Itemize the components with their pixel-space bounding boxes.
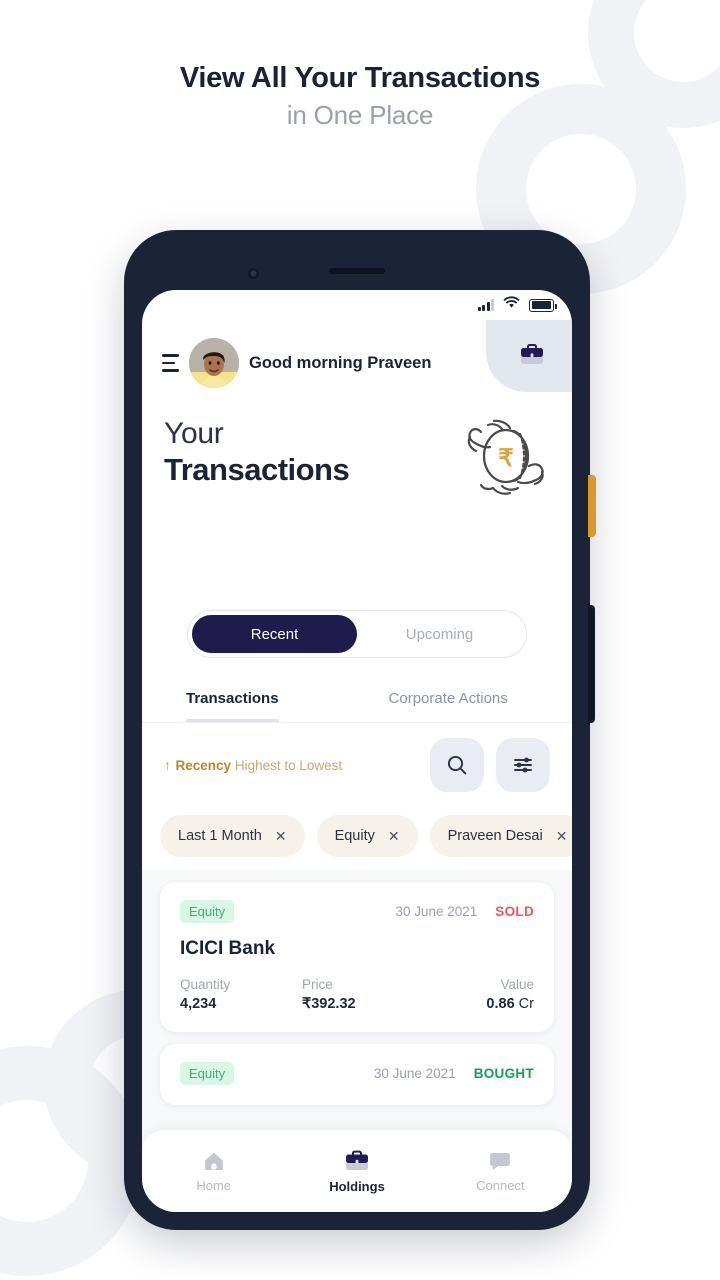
sort-arrow-icon: ↑: [164, 757, 171, 773]
transaction-card[interactable]: Equity 30 June 2021 SOLD ICICI Bank Quan…: [160, 882, 554, 1032]
sort-control[interactable]: ↑ Recency Highest to Lowest: [164, 758, 418, 773]
page-headline: View All Your Transactions in One Place: [0, 60, 720, 133]
stat-value: 4,234: [180, 996, 217, 1012]
page-title: Your Transactions ₹: [164, 417, 554, 495]
hands-holding-rupee-coin-illustration: ₹: [450, 404, 560, 514]
nav-item-connect[interactable]: Connect: [429, 1150, 572, 1193]
nav-label: Connect: [476, 1177, 525, 1193]
stat-price: Price ₹392.32: [302, 977, 424, 1012]
portfolio-briefcase-button[interactable]: [486, 320, 572, 392]
avatar[interactable]: [189, 338, 239, 388]
close-icon[interactable]: ✕: [275, 829, 287, 843]
greeting-text: Good morning Praveen: [249, 353, 432, 372]
phone-screen: Good morning Praveen Your Transactions ₹…: [142, 290, 572, 1212]
volume-button[interactable]: [588, 605, 595, 723]
stat-unit: Cr: [514, 996, 534, 1012]
header-left-group: Good morning Praveen: [162, 338, 431, 388]
svg-text:₹: ₹: [498, 445, 513, 472]
segment-upcoming[interactable]: Upcoming: [357, 615, 522, 653]
sort-field-label: Recency: [175, 757, 232, 773]
headline-line-2: in One Place: [286, 100, 434, 131]
signal-bars-icon: [477, 299, 494, 311]
recent-upcoming-segmented-control[interactable]: Recent Upcoming: [187, 610, 527, 658]
transaction-date: 30 June 2021: [373, 1066, 456, 1081]
tab-corporate-actions[interactable]: Corporate Actions: [389, 675, 508, 722]
bottom-navigation: Home Holdings Connect: [142, 1130, 572, 1212]
earpiece-speaker: [329, 268, 385, 274]
segment-recent[interactable]: Recent: [192, 615, 357, 653]
stat-label: Value: [500, 977, 534, 992]
filter-chip-row: Last 1 Month ✕ Equity ✕ Praveen Desai ✕: [142, 805, 572, 867]
filter-button[interactable]: [496, 738, 550, 792]
filter-chip-label: Equity: [334, 828, 375, 844]
transaction-status-badge: SOLD: [495, 904, 534, 919]
stat-label: Quantity: [180, 977, 231, 992]
filter-chip-label: Last 1 Month: [178, 828, 262, 844]
transaction-stats: Quantity 4,234 Price ₹392.32 Value 0.86 …: [180, 977, 534, 1012]
status-bar: [142, 290, 572, 320]
stat-value-total: Value 0.86 Cr: [424, 977, 534, 1012]
briefcase-icon: [521, 344, 543, 364]
search-icon: [447, 755, 467, 775]
content-tabs: Transactions Corporate Actions: [142, 675, 572, 723]
category-badge: Equity: [180, 1062, 235, 1085]
transaction-card-header: Equity 30 June 2021 BOUGHT: [180, 1062, 534, 1085]
nav-item-home[interactable]: Home: [142, 1150, 285, 1193]
battery-full-icon: [529, 298, 558, 312]
filter-chip[interactable]: Praveen Desai ✕: [429, 815, 572, 857]
filter-sliders-icon: [514, 757, 532, 773]
stat-quantity: Quantity 4,234: [180, 977, 302, 1012]
nav-label: Home: [196, 1177, 231, 1193]
filter-chip[interactable]: Last 1 Month ✕: [160, 815, 305, 857]
home-icon: [204, 1152, 223, 1170]
filter-chip[interactable]: Equity ✕: [316, 815, 418, 857]
page-root: View All Your Transactions in One Place: [0, 0, 720, 1280]
tab-transactions[interactable]: Transactions: [186, 675, 279, 722]
phone-mockup: Good morning Praveen Your Transactions ₹…: [124, 230, 596, 1230]
sort-and-tools-row: ↑ Recency Highest to Lowest: [142, 723, 572, 807]
headline-line-1: View All Your Transactions: [179, 62, 541, 94]
hamburger-menu-icon[interactable]: [162, 354, 179, 372]
chat-bubble-icon: [490, 1152, 511, 1170]
stat-label: Price: [302, 977, 333, 992]
stat-value: ₹392.32: [302, 996, 356, 1012]
power-button[interactable]: [588, 475, 596, 537]
sort-order-label: Highest to Lowest: [234, 757, 343, 773]
transaction-status-badge: BOUGHT: [473, 1066, 534, 1081]
briefcase-icon: [345, 1150, 368, 1170]
category-badge: Equity: [180, 900, 235, 923]
wifi-icon: [503, 296, 520, 314]
transaction-date: 30 June 2021: [395, 904, 478, 919]
transaction-instrument-name: ICICI Bank: [180, 938, 276, 959]
stat-value: 0.86 Cr: [486, 996, 534, 1012]
transaction-card-header: Equity 30 June 2021 SOLD: [180, 900, 534, 923]
close-icon[interactable]: ✕: [556, 829, 568, 843]
nav-item-holdings[interactable]: Holdings: [285, 1149, 428, 1194]
nav-label: Holdings: [329, 1178, 385, 1194]
transaction-card[interactable]: Equity 30 June 2021 BOUGHT: [160, 1044, 554, 1105]
close-icon[interactable]: ✕: [388, 829, 400, 843]
app-header: Good morning Praveen: [142, 320, 572, 412]
search-button[interactable]: [430, 738, 484, 792]
filter-chip-label: Praveen Desai: [447, 828, 543, 844]
front-camera-icon: [248, 268, 259, 279]
